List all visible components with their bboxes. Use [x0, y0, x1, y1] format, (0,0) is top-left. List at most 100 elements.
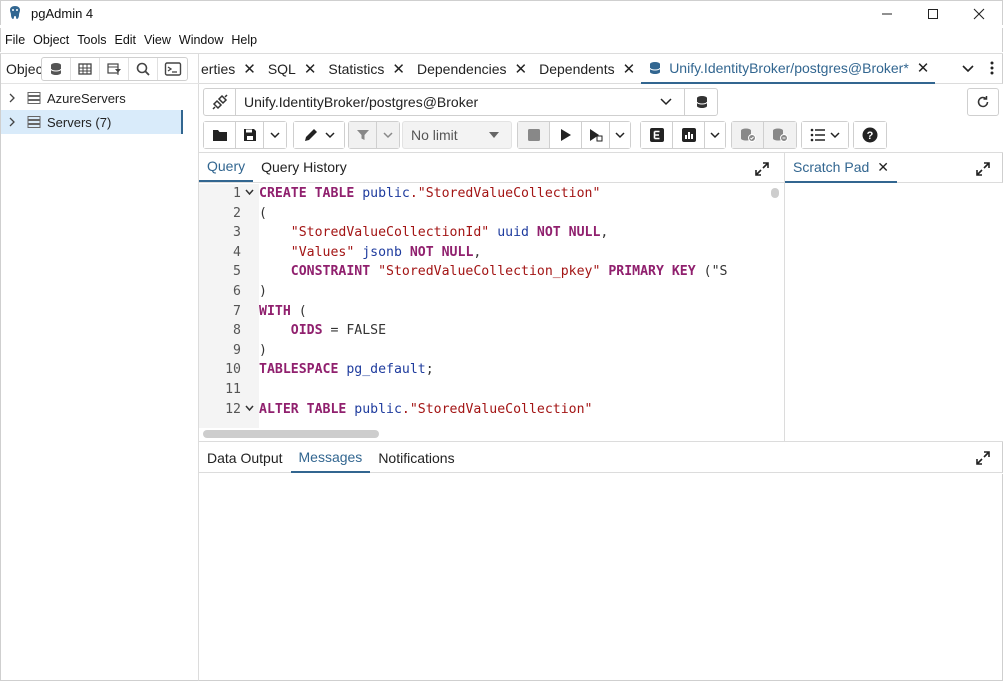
chevron-right-icon[interactable] [7, 117, 19, 127]
database-icon [50, 62, 62, 75]
line-number: 12 [225, 401, 241, 417]
execute-script-button[interactable] [582, 122, 610, 148]
pencil-icon [305, 129, 317, 141]
close-icon[interactable]: ✕ [392, 60, 405, 78]
close-icon[interactable]: ✕ [623, 60, 636, 78]
scrollbar-thumb[interactable] [771, 188, 779, 198]
macros-dropdown-button[interactable] [802, 122, 848, 148]
menu-tools[interactable]: Tools [73, 33, 110, 47]
commit-button[interactable] [732, 122, 764, 148]
menu-edit[interactable]: Edit [110, 33, 140, 47]
line-number: 4 [233, 244, 241, 260]
help-button[interactable]: ? [854, 122, 886, 148]
code-line: ) [259, 283, 267, 299]
server-group-icon [27, 115, 41, 129]
tab-dependencies[interactable]: Dependencies ✕ [411, 54, 533, 84]
expand-icon[interactable] [974, 449, 992, 467]
save-icon [243, 129, 256, 141]
object-explorer: Object AzureServers [0, 54, 199, 681]
tab-scratch-pad[interactable]: Scratch Pad ✕ [785, 153, 897, 183]
edit-dropdown-button[interactable] [294, 122, 344, 148]
tab-label: Dependents [539, 60, 615, 77]
close-icon[interactable]: ✕ [515, 60, 528, 78]
more-options-icon[interactable] [990, 61, 994, 78]
database-icon [696, 96, 707, 108]
view-data-button[interactable] [71, 57, 100, 80]
close-icon[interactable]: ✕ [917, 59, 930, 77]
open-file-button[interactable] [204, 122, 236, 148]
minimize-icon [882, 13, 892, 14]
tree-item-servers[interactable]: Servers (7) [1, 110, 183, 134]
chevron-down-icon[interactable] [649, 98, 683, 106]
tab-properties[interactable]: erties ✕ [199, 54, 262, 84]
minimize-button[interactable] [864, 1, 910, 26]
scrollbar-thumb[interactable] [203, 430, 379, 438]
fold-chevron-icon[interactable] [245, 400, 254, 420]
psql-tool-button[interactable] [158, 58, 187, 80]
chevron-down-icon[interactable] [962, 61, 974, 77]
maximize-button[interactable] [910, 1, 956, 26]
explain-options-dropdown[interactable] [705, 122, 725, 148]
row-limit-select[interactable]: No limit [402, 121, 512, 149]
code-line: OIDS = FALSE [259, 323, 387, 339]
rollback-button[interactable] [764, 122, 796, 148]
execute-button[interactable] [550, 122, 582, 148]
tab-label: erties [201, 60, 236, 77]
line-number: 6 [233, 284, 241, 299]
chevron-down-icon [615, 131, 625, 138]
tab-label: Unify.IdentityBroker/postgres@Broker* [669, 59, 909, 76]
explain-button[interactable] [641, 122, 673, 148]
save-options-dropdown[interactable] [264, 122, 286, 148]
new-connection-button[interactable] [684, 88, 718, 116]
code-area[interactable]: CREATE TABLE public."StoredValueCollecti… [259, 184, 767, 428]
menu-object[interactable]: Object [29, 33, 73, 47]
chevron-right-icon[interactable] [7, 93, 19, 103]
expand-icon[interactable] [974, 160, 992, 178]
close-icon[interactable]: ✕ [243, 60, 256, 78]
horizontal-scrollbar[interactable] [199, 428, 767, 440]
query-toolbar: No limit ? [199, 119, 1003, 151]
explain-analyze-button[interactable] [673, 122, 705, 148]
menu-window[interactable]: Window [175, 33, 227, 47]
close-icon[interactable]: ✕ [877, 159, 889, 176]
tab-statistics[interactable]: Statistics ✕ [322, 54, 411, 84]
tab-query-tool[interactable]: Unify.IdentityBroker/postgres@Broker* ✕ [641, 54, 936, 84]
tree-item-label: Servers (7) [47, 114, 112, 130]
close-window-button[interactable] [956, 1, 1002, 26]
maximize-icon [928, 8, 938, 19]
vertical-scrollbar[interactable] [767, 184, 784, 428]
row-limit-value: No limit [411, 127, 458, 143]
stop-query-button[interactable] [518, 122, 550, 148]
close-icon[interactable]: ✕ [304, 60, 317, 78]
tree-item-azureservers[interactable]: AzureServers [1, 86, 199, 110]
chevron-down-icon [383, 131, 393, 138]
tab-data-output[interactable]: Data Output [199, 442, 291, 473]
filter-button[interactable] [349, 122, 377, 148]
tab-sql[interactable]: SQL ✕ [262, 54, 323, 84]
chart-icon [681, 128, 696, 142]
search-objects-button[interactable] [129, 57, 158, 80]
reset-layout-button[interactable] [967, 88, 999, 116]
tab-notifications[interactable]: Notifications [370, 442, 462, 473]
save-file-button[interactable] [236, 122, 264, 148]
query-tool-button[interactable] [42, 57, 71, 80]
filter-options-dropdown[interactable] [377, 122, 399, 148]
menu-help[interactable]: Help [227, 33, 261, 47]
connection-select[interactable]: Unify.IdentityBroker/postgres@Broker [203, 88, 718, 116]
object-explorer-toolbar: Object [1, 54, 199, 84]
fold-chevron-icon[interactable] [245, 184, 254, 204]
pgadmin-logo-icon [10, 6, 20, 19]
menu-view[interactable]: View [140, 33, 175, 47]
execute-options-dropdown[interactable] [610, 122, 630, 148]
tab-query-history[interactable]: Query History [253, 152, 355, 182]
expand-icon[interactable] [753, 160, 771, 178]
database-icon [649, 61, 661, 74]
sql-editor[interactable]: 1 2 3 4 5 6 7 8 9 10 11 12 CREATE TABLE public."Sto… [199, 184, 784, 440]
tab-messages[interactable]: Messages [290, 442, 371, 473]
tab-dependents[interactable]: Dependents ✕ [533, 54, 641, 84]
filtered-rows-button[interactable] [100, 57, 129, 80]
menu-file[interactable]: File [1, 33, 29, 47]
tab-query[interactable]: Query [199, 152, 254, 182]
connection-status-icon[interactable] [204, 89, 236, 115]
divider [784, 153, 785, 441]
